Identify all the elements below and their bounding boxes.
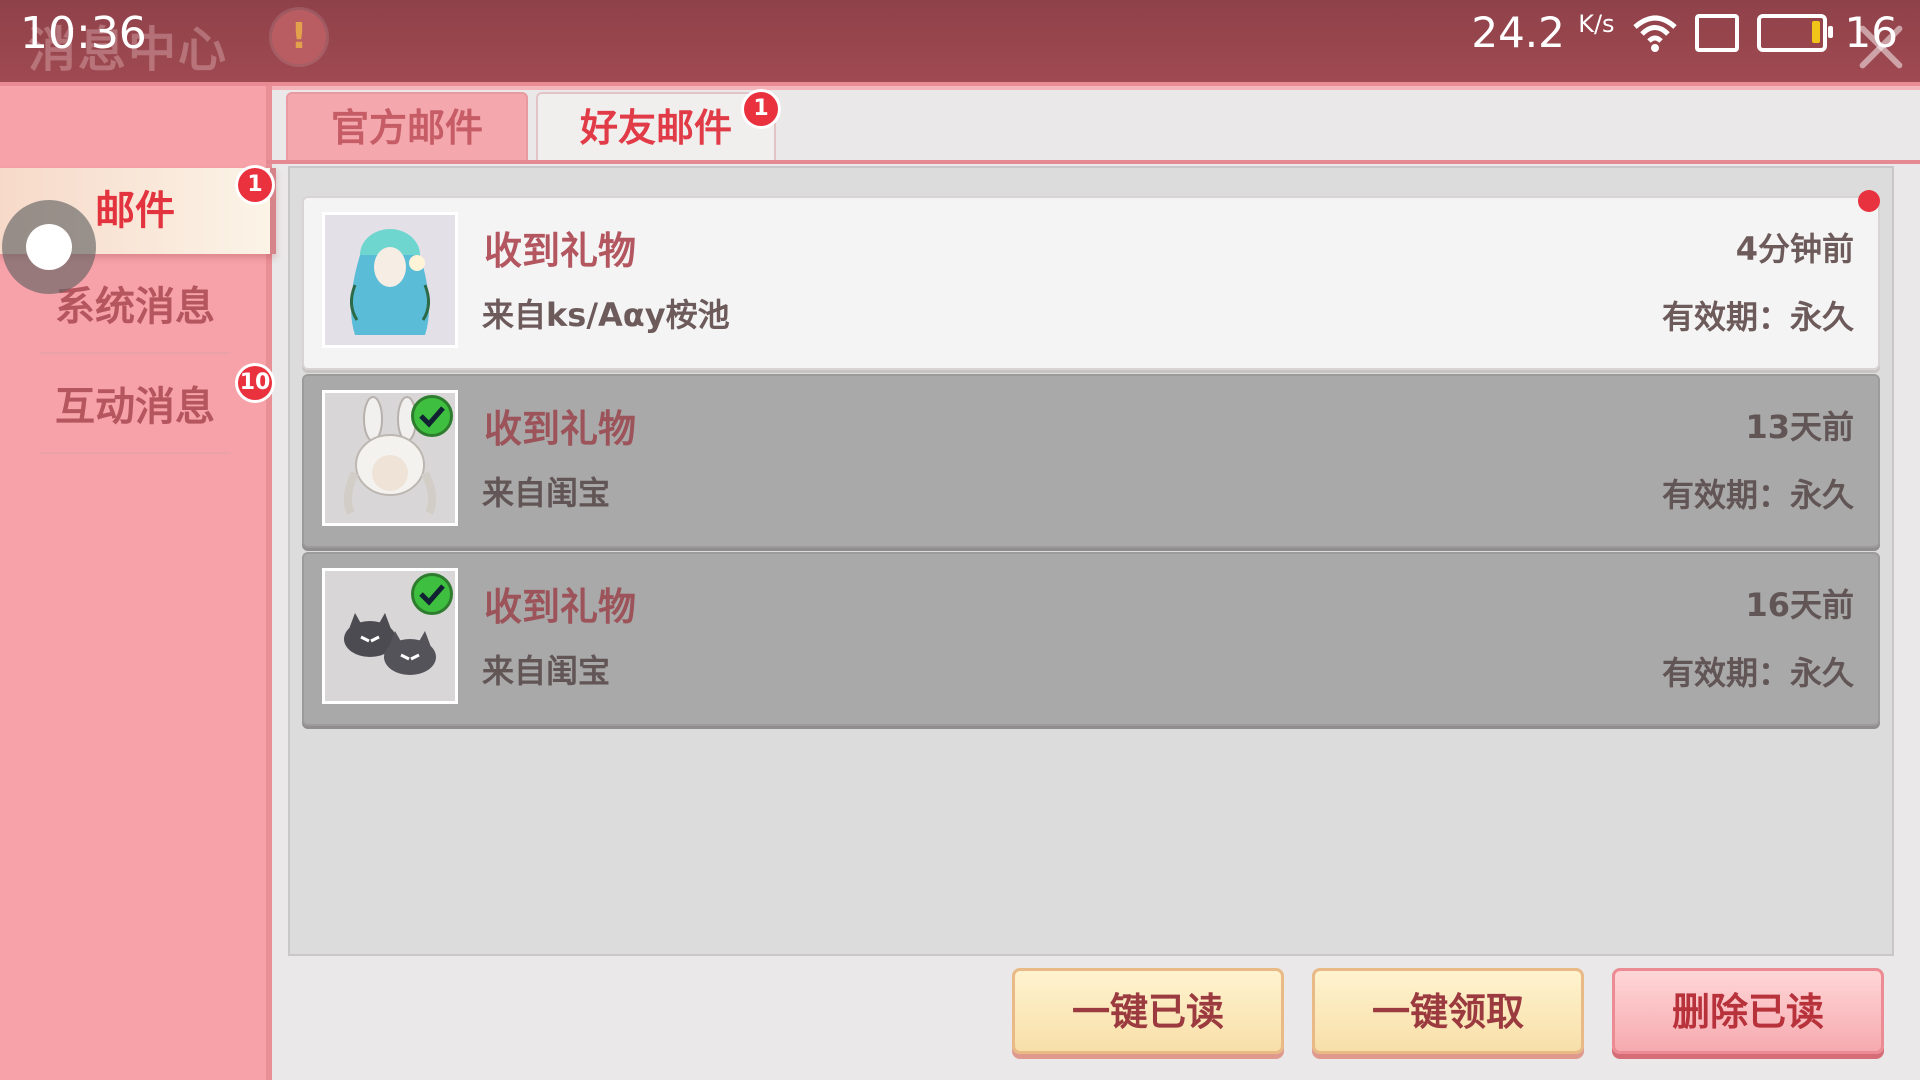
mail-item[interactable]: 收到礼物 来自闺宝 16天前 有效期：永久 [302, 552, 1880, 726]
battery-icon [1756, 13, 1833, 52]
mail-validity: 有效期：永久 [1661, 654, 1854, 692]
teal-hair-icon [325, 215, 455, 345]
delete-read-button[interactable]: 删除已读 [1612, 968, 1884, 1054]
mail-title: 收到礼物 [484, 585, 637, 629]
network-speed-unit: K/s [1578, 10, 1615, 38]
read-all-button[interactable]: 一键已读 [1012, 968, 1284, 1054]
wifi-icon [1632, 15, 1677, 52]
status-time: 10:36 [20, 8, 147, 59]
mail-time: 13天前 [1745, 408, 1854, 446]
rotation-lock-icon [1694, 13, 1739, 52]
mail-sender: 来自ks/Aαy桉池 [482, 296, 730, 334]
sidebar-item-label: 系统消息 [55, 284, 215, 330]
tab-friend-mail[interactable]: 好友邮件 [536, 92, 776, 164]
gift-thumbnail [322, 390, 458, 526]
gift-thumbnail [322, 212, 458, 348]
sidebar-divider [40, 352, 230, 354]
interaction-badge: 10 [238, 366, 272, 400]
tab-underline [266, 160, 1920, 164]
mail-time: 16天前 [1745, 586, 1854, 624]
claimed-check-icon [411, 573, 453, 615]
warning-icon[interactable]: ! [272, 10, 326, 64]
friend-mail-badge: 1 [744, 92, 778, 126]
sidebar-item-interaction[interactable]: 互动消息 [0, 364, 270, 450]
floating-assist-button[interactable] [2, 200, 96, 294]
network-speed: 24.2 K/s [1471, 8, 1614, 57]
sidebar-item-label: 邮件 [95, 188, 175, 234]
mail-validity: 有效期：永久 [1661, 476, 1854, 514]
close-icon[interactable] [1856, 22, 1906, 72]
claim-all-button[interactable]: 一键领取 [1312, 968, 1584, 1054]
network-speed-value: 24.2 [1471, 8, 1565, 57]
mail-title: 收到礼物 [484, 229, 637, 273]
unread-dot [1858, 190, 1880, 212]
tab-official-mail[interactable]: 官方邮件 [286, 92, 528, 164]
claimed-check-icon [411, 395, 453, 437]
top-bar: 消息中心 ! 10:36 24.2 K/s 16 [0, 0, 1920, 86]
mail-validity: 有效期：永久 [1661, 298, 1854, 336]
gift-thumbnail [322, 568, 458, 704]
mail-sender: 来自闺宝 [482, 474, 611, 512]
mail-item[interactable]: 收到礼物 来自ks/Aαy桉池 4分钟前 有效期：永久 [302, 196, 1880, 370]
mail-sender: 来自闺宝 [482, 652, 611, 690]
sidebar-divider [40, 452, 230, 454]
sidebar-item-label: 互动消息 [55, 384, 215, 430]
mail-item[interactable]: 收到礼物 来自闺宝 13天前 有效期：永久 [302, 374, 1880, 548]
mail-title: 收到礼物 [484, 407, 637, 451]
status-icons: 24.2 K/s 16 [1471, 8, 1898, 57]
mail-badge: 1 [238, 168, 272, 202]
mail-time: 4分钟前 [1735, 230, 1854, 268]
